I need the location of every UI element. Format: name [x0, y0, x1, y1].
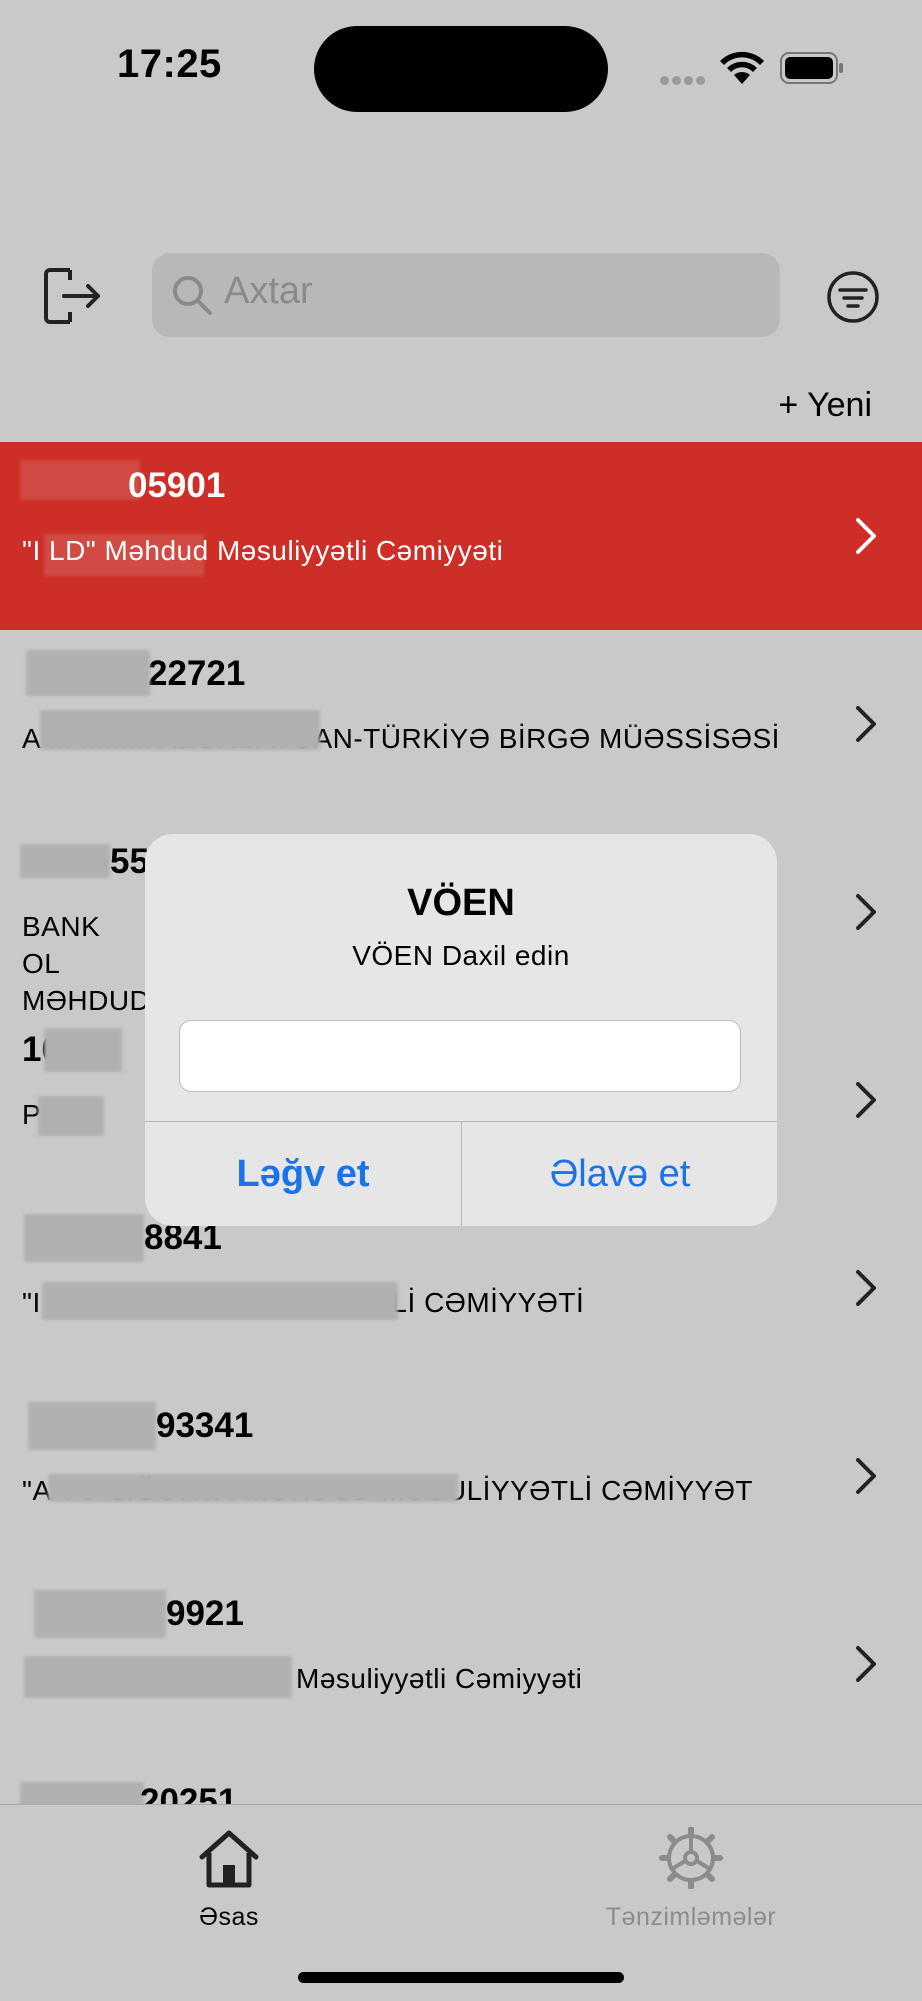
dynamic-island [314, 26, 608, 112]
chevron-right-icon [856, 1458, 876, 1494]
add-button[interactable]: Əlavə et [462, 1122, 777, 1226]
row-title: 20251 [140, 1782, 238, 1804]
home-icon[interactable] [196, 1827, 262, 1889]
list-item[interactable]: 93341 "A VƏ SIĞORTA"MƏHDUD MƏSULİYYƏTLİ … [0, 1382, 922, 1570]
row-title: 22721 [148, 654, 246, 693]
row-title: 9921 [166, 1594, 244, 1633]
row-title: 55 [110, 842, 149, 881]
battery-icon [780, 52, 843, 84]
list-item[interactable]: 20251 [0, 1758, 922, 1804]
filter-icon[interactable] [826, 270, 880, 324]
chevron-right-icon [856, 1646, 876, 1682]
status-time: 17:25 [117, 42, 222, 86]
dialog-message: VÖEN Daxil edin [352, 940, 570, 971]
search-input[interactable]: Axtar [224, 270, 313, 313]
list-item[interactable]: 05901 "I LD" Məhdud Məsuliyyətli Cəmiyyə… [0, 442, 922, 630]
cellular-signal-icon [660, 72, 708, 85]
chevron-right-icon [856, 1082, 876, 1118]
chevron-right-icon [856, 894, 876, 930]
chevron-right-icon [856, 706, 876, 742]
row-title: 05901 [128, 466, 226, 505]
dialog-title: VÖEN [407, 882, 515, 924]
tab-home-label[interactable]: Əsas [79, 1903, 379, 1932]
search-icon [173, 276, 212, 315]
tab-settings-label[interactable]: Tənzimləmələr [541, 1903, 841, 1932]
list-item[interactable]: 22721 A M MMM AZƏRBAYCAN-TÜRKİYƏ BİRGƏ M… [0, 630, 922, 818]
chevron-right-icon [856, 518, 876, 554]
new-button[interactable]: + Yeni [778, 386, 872, 425]
row-subtitle: BANK OL MƏHDUD [22, 911, 151, 1016]
list-item[interactable]: 9921 Məsuliyyətli Cəmiyyəti [0, 1570, 922, 1758]
home-indicator [298, 1972, 624, 1983]
gear-icon[interactable] [658, 1827, 724, 1889]
wifi-icon [720, 51, 764, 84]
row-subtitle: "I LD" Məhdud Məsuliyyətli Cəmiyyəti [22, 535, 504, 566]
logout-icon[interactable] [40, 264, 104, 328]
row-title: 93341 [156, 1406, 254, 1445]
voen-input[interactable] [179, 1020, 741, 1092]
voen-dialog: VÖEN VÖEN Daxil edin Ləğv et Əlavə et [145, 834, 777, 1226]
cancel-button[interactable]: Ləğv et [145, 1122, 461, 1226]
chevron-right-icon [856, 1270, 876, 1306]
row-subtitle: Məsuliyyətli Cəmiyyəti [296, 1663, 583, 1694]
